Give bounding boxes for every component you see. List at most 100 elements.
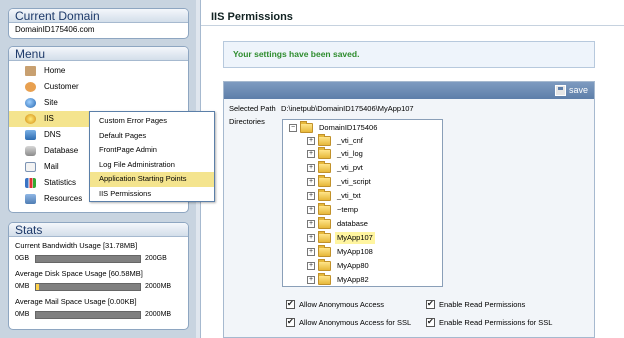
database-icon xyxy=(25,146,36,156)
menu-item-label: Statistics xyxy=(44,178,77,187)
submenu-item-iis-permissions[interactable]: IIS Permissions xyxy=(90,187,214,202)
mail-icon xyxy=(25,162,36,172)
meter-max: 200GB xyxy=(145,255,167,262)
iis-submenu: Custom Error Pages Default Pages FrontPa… xyxy=(89,111,215,202)
save-button[interactable]: save xyxy=(554,84,588,97)
folder-icon xyxy=(318,175,331,187)
folder-icon xyxy=(318,203,331,215)
option-label: Allow Anonymous Access xyxy=(299,300,385,309)
disk-usage-meter: 0MB 2000MB xyxy=(9,280,188,293)
directories-label: Directories xyxy=(229,117,265,126)
submenu-item-application-starting-points[interactable]: Application Starting Points xyxy=(90,172,214,187)
main-content: IIS Permissions Your settings have been … xyxy=(200,0,624,338)
submenu-item-custom-error-pages[interactable]: Custom Error Pages xyxy=(90,114,214,129)
tree-node-label: MyApp108 xyxy=(337,247,373,256)
bandwidth-usage-meter: 0GB 200GB xyxy=(9,252,188,265)
tree-node[interactable]: + _vti_cnf xyxy=(307,134,437,147)
menu-item-home[interactable]: Home xyxy=(9,63,188,79)
tree-node-label: database xyxy=(337,219,368,228)
customer-icon xyxy=(25,82,36,92)
directory-tree: − DomainID175406 + _vti_cnf + _vti_log +… xyxy=(282,119,443,287)
tree-node-selected[interactable]: + MyApp107 xyxy=(307,231,437,244)
allow-anonymous-access-ssl-checkbox[interactable]: Allow Anonymous Access for SSL xyxy=(286,316,421,329)
tree-node[interactable]: + database xyxy=(307,217,437,230)
iis-icon xyxy=(25,114,36,124)
enable-read-permissions-checkbox[interactable]: Enable Read Permissions xyxy=(426,298,566,311)
current-domain-panel: Current Domain DomainID175406.com xyxy=(8,8,189,39)
tree-node-label: _vti_txt xyxy=(337,191,361,200)
menu-title: Menu xyxy=(9,47,188,61)
collapse-icon[interactable]: − xyxy=(289,124,297,132)
submenu-item-log-file-administration[interactable]: Log File Administration xyxy=(90,158,214,173)
meter-min: 0GB xyxy=(15,255,30,262)
tree-node[interactable]: + _vti_script xyxy=(307,175,437,188)
tree-node-root[interactable]: − DomainID175406 xyxy=(289,121,439,134)
expand-icon[interactable]: + xyxy=(307,234,315,242)
checkbox[interactable] xyxy=(286,298,295,310)
allow-anonymous-access-checkbox[interactable]: Allow Anonymous Access xyxy=(286,298,416,311)
menu-item-label: Database xyxy=(44,146,79,155)
option-label: Enable Read Permissions for SSL xyxy=(439,318,553,327)
folder-icon xyxy=(318,231,331,243)
success-message: Your settings have been saved. xyxy=(223,41,595,68)
enable-read-permissions-ssl-checkbox[interactable]: Enable Read Permissions for SSL xyxy=(426,316,576,329)
menu-item-label: DNS xyxy=(44,130,61,139)
folder-icon xyxy=(318,273,331,285)
stats-panel: Stats Current Bandwidth Usage [31.78MB] … xyxy=(8,222,189,330)
expand-icon[interactable]: + xyxy=(307,150,315,158)
tree-node[interactable]: + _vti_pvt xyxy=(307,161,437,174)
expand-icon[interactable]: + xyxy=(307,192,315,200)
folder-icon xyxy=(318,189,331,201)
mail-usage-meter: 0MB 2000MB xyxy=(9,308,188,321)
selected-path-label: Selected Path xyxy=(229,104,276,113)
checkbox[interactable] xyxy=(426,316,435,328)
tree-node-label: MyApp80 xyxy=(337,261,369,270)
expand-icon[interactable]: + xyxy=(307,248,315,256)
current-domain-title: Current Domain xyxy=(9,9,188,23)
option-label: Allow Anonymous Access for SSL xyxy=(299,318,412,327)
menu-item-label: Site xyxy=(44,98,58,107)
tree-node[interactable]: + MyApp108 xyxy=(307,245,437,258)
current-domain-value: DomainID175406.com xyxy=(15,25,95,34)
expand-icon[interactable]: + xyxy=(307,276,315,284)
checkbox[interactable] xyxy=(426,298,435,310)
option-label: Enable Read Permissions xyxy=(439,300,526,309)
tree-node[interactable]: + ~temp xyxy=(307,203,437,216)
usage-bar xyxy=(35,311,141,319)
expand-icon[interactable]: + xyxy=(307,220,315,228)
home-icon xyxy=(25,66,36,76)
menu-item-customer[interactable]: Customer xyxy=(9,79,188,95)
submenu-item-default-pages[interactable]: Default Pages xyxy=(90,129,214,144)
expand-icon[interactable]: + xyxy=(307,164,315,172)
folder-icon xyxy=(318,259,331,271)
bandwidth-usage-label: Current Bandwidth Usage [31.78MB] xyxy=(15,241,138,250)
folder-icon xyxy=(318,147,331,159)
usage-bar xyxy=(35,255,141,263)
meter-min: 0MB xyxy=(15,311,30,318)
submenu-item-frontpage-admin[interactable]: FrontPage Admin xyxy=(90,143,214,158)
disk-usage-label: Average Disk Space Usage [60.58MB] xyxy=(15,269,143,278)
tree-node[interactable]: + _vti_log xyxy=(307,147,437,160)
floppy-disk-icon xyxy=(554,85,566,96)
folder-icon xyxy=(318,161,331,173)
expand-icon[interactable]: + xyxy=(307,137,315,145)
tree-node-label: _vti_script xyxy=(337,177,371,186)
permissions-form: save Selected Path D:\inetpub\DomainID17… xyxy=(223,81,595,338)
menu-item-site[interactable]: Site xyxy=(9,95,188,111)
resources-icon xyxy=(25,194,36,204)
menu-item-label: Resources xyxy=(44,194,83,203)
menu-item-label: IIS xyxy=(44,114,54,123)
tree-node[interactable]: + _vti_txt xyxy=(307,189,437,202)
page-title: IIS Permissions xyxy=(201,8,624,26)
expand-icon[interactable]: + xyxy=(307,178,315,186)
tree-node[interactable]: + MyApp80 xyxy=(307,259,437,272)
selected-path-value: D:\inetpub\DomainID175406\MyApp107 xyxy=(281,104,414,113)
tree-node-label: ~temp xyxy=(337,205,359,214)
tree-node[interactable]: + MyApp82 xyxy=(307,273,437,286)
checkbox[interactable] xyxy=(286,316,295,328)
tree-node-label: _vti_cnf xyxy=(337,136,363,145)
expand-icon[interactable]: + xyxy=(307,206,315,214)
expand-icon[interactable]: + xyxy=(307,262,315,270)
meter-min: 0MB xyxy=(15,283,30,290)
tree-node-label: _vti_log xyxy=(337,149,363,158)
